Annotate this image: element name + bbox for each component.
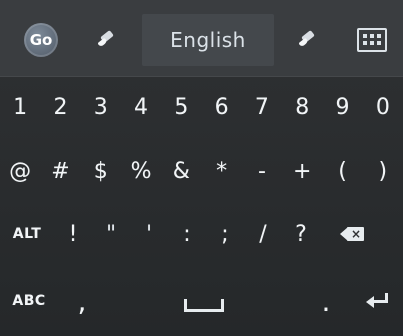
key-9[interactable]: 9 <box>322 80 362 134</box>
key-2[interactable]: 2 <box>40 80 80 134</box>
key-minus[interactable]: - <box>242 144 282 198</box>
key-double-quote[interactable]: " <box>92 207 130 261</box>
language-button[interactable]: English <box>142 14 274 66</box>
brush-icon <box>95 28 119 52</box>
key-ampersand[interactable]: & <box>161 144 201 198</box>
key-percent[interactable]: % <box>121 144 161 198</box>
backspace-icon: × <box>340 227 364 241</box>
key-right-paren[interactable]: ) <box>363 144 403 198</box>
key-comma[interactable]: , <box>58 270 106 332</box>
key-3[interactable]: 3 <box>81 80 121 134</box>
key-plus[interactable]: + <box>282 144 322 198</box>
symbol-row-2: ALT ! " ' : ; / ? × <box>0 203 403 265</box>
key-0[interactable]: 0 <box>363 80 403 134</box>
key-period[interactable]: . <box>302 270 350 332</box>
space-icon <box>184 298 224 312</box>
key-5[interactable]: 5 <box>161 80 201 134</box>
key-8[interactable]: 8 <box>282 80 322 134</box>
key-question[interactable]: ? <box>282 207 320 261</box>
key-dollar[interactable]: $ <box>81 144 121 198</box>
bottom-row: ABC , . <box>0 266 403 336</box>
key-exclamation[interactable]: ! <box>54 207 92 261</box>
alt-key[interactable]: ALT <box>0 207 54 261</box>
brush-icon <box>296 28 320 52</box>
space-bar[interactable] <box>106 270 302 332</box>
key-4[interactable]: 4 <box>121 80 161 134</box>
key-6[interactable]: 6 <box>201 80 241 134</box>
key-slash[interactable]: / <box>244 207 282 261</box>
backspace-button[interactable]: × <box>320 207 384 261</box>
enter-icon <box>365 293 388 309</box>
language-label: English <box>170 28 246 52</box>
key-at[interactable]: @ <box>0 144 40 198</box>
keyboard-toolbar: Go English <box>0 0 403 77</box>
key-semicolon[interactable]: ; <box>206 207 244 261</box>
left-brush-button[interactable] <box>82 14 132 66</box>
key-colon[interactable]: : <box>168 207 206 261</box>
key-1[interactable]: 1 <box>0 80 40 134</box>
enter-button[interactable] <box>350 270 403 332</box>
go-button[interactable]: Go <box>14 14 68 66</box>
key-left-paren[interactable]: ( <box>322 144 362 198</box>
abc-key[interactable]: ABC <box>0 270 58 332</box>
key-asterisk[interactable]: * <box>201 144 241 198</box>
right-brush-button[interactable] <box>280 14 336 66</box>
keyboard-switch-button[interactable] <box>345 14 399 66</box>
key-single-quote[interactable]: ' <box>130 207 168 261</box>
symbol-row-1: @ # $ % & * - + ( ) <box>0 140 403 202</box>
keyboard-screen: Go English 1 2 3 4 5 6 7 8 9 0 @ # $ % &… <box>0 0 403 336</box>
number-row: 1 2 3 4 5 6 7 8 9 0 <box>0 76 403 138</box>
go-logo: Go <box>24 23 58 57</box>
key-hash[interactable]: # <box>40 144 80 198</box>
keyboard-icon <box>357 28 387 52</box>
key-7[interactable]: 7 <box>242 80 282 134</box>
